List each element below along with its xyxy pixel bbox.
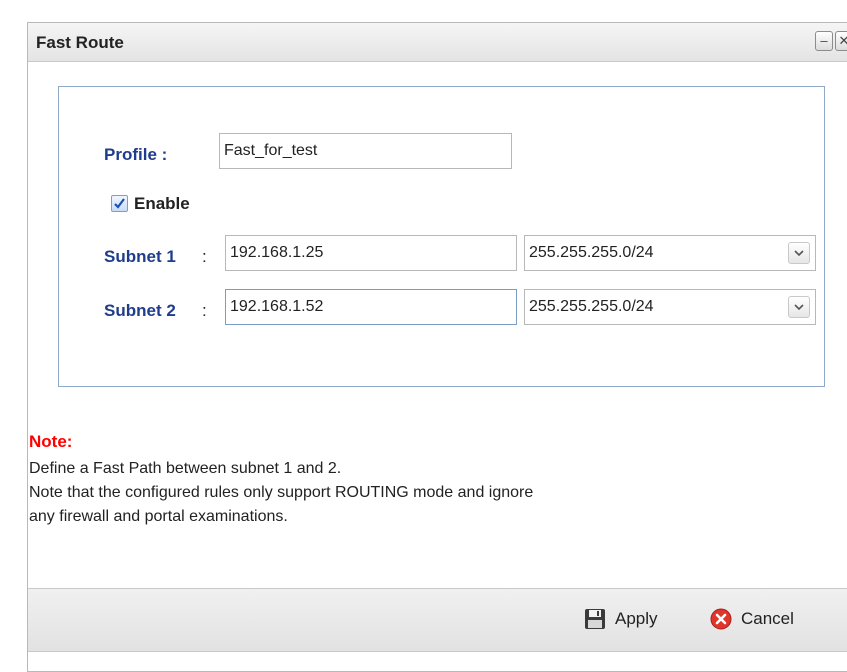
close-button[interactable]: ✕ — [835, 31, 847, 51]
subnet2-label: Subnet 2 — [104, 301, 176, 320]
fast-route-dialog: Fast Route – ✕ Profile : Enable Subnet 1… — [27, 22, 847, 672]
note-line-2: Note that the configured rules only supp… — [29, 484, 534, 501]
note-line-3: any firewall and portal examinations. — [29, 508, 288, 525]
subnet1-label: Subnet 1 — [104, 247, 176, 266]
profile-input[interactable] — [219, 133, 512, 169]
cancel-button[interactable]: Cancel — [710, 604, 794, 634]
subnet2-mask-select[interactable]: 255.255.255.0/24 — [524, 289, 816, 325]
subnet2-ip-input[interactable] — [225, 289, 517, 325]
dropdown-button[interactable] — [788, 296, 810, 318]
dropdown-button[interactable] — [788, 242, 810, 264]
apply-button[interactable]: Apply — [584, 604, 658, 634]
subnet2-colon: : — [202, 301, 207, 320]
note-title: Note: — [29, 432, 73, 451]
chevron-down-icon — [794, 304, 804, 310]
settings-panel: Profile : Enable Subnet 1 : 255.255.255.… — [58, 86, 825, 387]
subnet1-colon: : — [202, 247, 207, 266]
note-line-1: Define a Fast Path between subnet 1 and … — [29, 460, 342, 477]
subnet1-mask-select[interactable]: 255.255.255.0/24 — [524, 235, 816, 271]
checkmark-icon — [114, 198, 125, 209]
subnet1-mask-value: 255.255.255.0/24 — [529, 244, 654, 261]
enable-label: Enable — [134, 194, 190, 213]
subnet1-ip-input[interactable] — [225, 235, 517, 271]
chevron-down-icon — [794, 250, 804, 256]
profile-label: Profile : — [104, 145, 168, 164]
minimize-icon: – — [820, 33, 828, 48]
subnet2-mask-value: 255.255.255.0/24 — [529, 298, 654, 315]
floppy-disk-icon — [584, 608, 606, 630]
close-icon: ✕ — [838, 33, 847, 48]
dialog-title: Fast Route — [36, 33, 124, 52]
dialog-footer: Apply Cancel — [28, 588, 847, 652]
minimize-button[interactable]: – — [815, 31, 833, 51]
apply-label: Apply — [615, 609, 658, 628]
cancel-label: Cancel — [741, 609, 794, 628]
cancel-circle-icon — [710, 608, 732, 630]
enable-checkbox[interactable] — [111, 195, 128, 212]
dialog-titlebar[interactable]: Fast Route – ✕ — [28, 23, 847, 62]
